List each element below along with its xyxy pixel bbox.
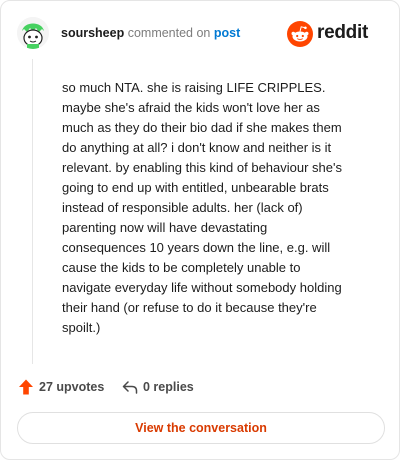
reply-count: 0 replies <box>143 380 194 394</box>
thread-line <box>32 59 33 364</box>
view-conversation-button[interactable]: View the conversation <box>17 412 385 444</box>
post-link[interactable]: post <box>214 26 240 40</box>
upvote-count: 27 upvotes <box>39 380 105 394</box>
reddit-logo[interactable]: reddit <box>287 21 383 47</box>
username-link[interactable]: soursheep <box>61 26 124 40</box>
comment-body: so much NTA. she is raising LIFE CRIPPLE… <box>62 80 342 335</box>
reply-arrow-icon <box>122 381 138 394</box>
avatar-snoo-icon <box>17 17 49 49</box>
action-text: commented on <box>127 26 211 40</box>
reddit-wordmark: reddit <box>317 22 368 43</box>
upvote-arrow-icon <box>19 379 33 395</box>
comment-meta: soursheep commented on post <box>61 26 240 40</box>
comment-card: soursheep commented on post reddit so mu… <box>0 0 400 460</box>
reddit-logo-icon <box>287 21 313 47</box>
comment-header: soursheep commented on post reddit <box>17 17 383 51</box>
user-avatar[interactable] <box>17 17 49 49</box>
